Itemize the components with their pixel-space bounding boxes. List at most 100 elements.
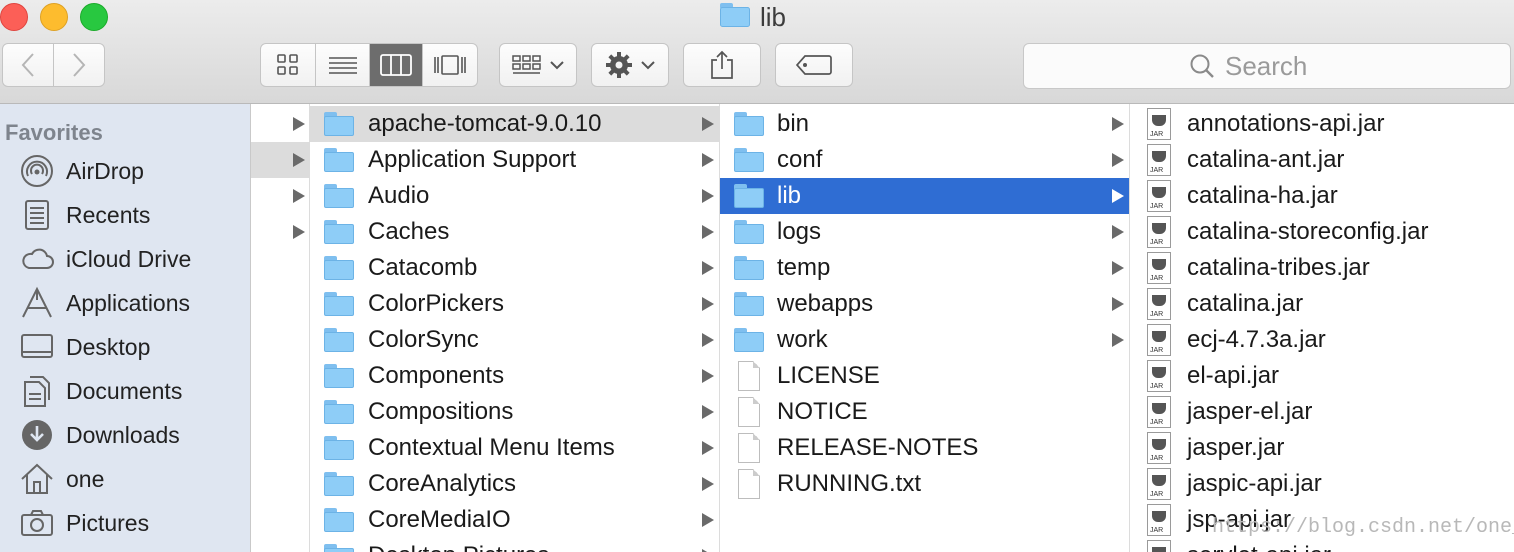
list-item[interactable]: Caches [310,214,719,250]
folder-icon [734,256,764,280]
list-item[interactable]: Compositions [310,394,719,430]
edit-tags-button[interactable] [775,43,853,87]
sidebar-item-downloads[interactable]: Downloads [20,415,180,455]
sidebar-item-one[interactable]: one [20,459,104,499]
folder-icon [324,508,354,532]
list-item[interactable]: webapps [720,286,1129,322]
list-item[interactable]: CoreMediaIO [310,502,719,538]
list-item[interactable]: JAR jasper-el.jar [1130,394,1514,430]
list-item[interactable]: RELEASE-NOTES [720,430,1129,466]
list-item[interactable]: JAR catalina-storeconfig.jar [1130,214,1514,250]
list-item-name: servlet-api.jar [1187,542,1331,552]
list-item[interactable]: JAR annotations-api.jar [1130,106,1514,142]
sidebar-item-documents[interactable]: Documents [20,371,182,411]
forward-button[interactable] [54,44,105,86]
disclosure-arrow-icon [1112,297,1124,311]
list-item-name: jasper.jar [1187,434,1285,461]
list-item[interactable]: logs [720,214,1129,250]
list-item[interactable]: JAR servlet-api.jar [1130,538,1514,552]
document-icon [738,397,760,427]
search-input[interactable] [1225,50,1345,82]
folder-icon-body [734,116,764,136]
arrange-button[interactable] [499,43,577,87]
close-window-button[interactable] [0,3,28,31]
list-item[interactable]: work [720,322,1129,358]
list-item[interactable]: conf [720,142,1129,178]
folder-icon [324,256,354,280]
list-item[interactable]: JAR catalina-ha.jar [1130,178,1514,214]
jar-icon-label: JAR [1150,347,1164,354]
document-icon [738,433,760,463]
list-item[interactable]: ColorPickers [310,286,719,322]
list-item[interactable]: Audio [310,178,719,214]
sidebar-item-label: iCloud Drive [66,245,192,272]
jar-file-icon: JAR [1147,216,1171,248]
list-item-name: apache-tomcat-9.0.10 [368,110,602,137]
list-item[interactable]: Desktop Pictures [310,538,719,552]
jar-icon-label: JAR [1150,311,1164,318]
disclosure-arrow-icon [1112,189,1124,203]
folder-icon-body [324,404,354,424]
list-item[interactable]: apache-tomcat-9.0.10 [310,106,719,142]
icon-view-button[interactable] [261,44,317,86]
list-item[interactable]: CoreAnalytics [310,466,719,502]
sidebar-item-desktop[interactable]: Desktop [20,327,150,367]
minimize-window-button[interactable] [40,3,68,31]
list-item[interactable]: JAR catalina-tribes.jar [1130,250,1514,286]
list-item[interactable]: temp [720,250,1129,286]
list-item-name: CoreAnalytics [368,470,517,497]
window-title: lib [720,2,786,32]
disclosure-arrow-icon [1112,153,1124,167]
gallery-view-button[interactable] [423,44,477,86]
coffee-cup-icon [1152,403,1166,414]
list-item[interactable]: bin [720,106,1129,142]
list-item[interactable]: JAR jaspic-api.jar [1130,466,1514,502]
jar-icon-label: JAR [1150,167,1164,174]
list-item[interactable]: NOTICE [720,394,1129,430]
list-item[interactable] [251,214,309,250]
zoom-window-button[interactable] [80,3,108,31]
list-item[interactable] [251,142,309,178]
list-item-name: Compositions [368,398,514,425]
disclosure-arrow-icon [1112,225,1124,239]
list-item[interactable]: Contextual Menu Items [310,430,719,466]
disclosure-arrow-icon [1112,333,1124,347]
list-item[interactable]: LICENSE [720,358,1129,394]
list-view-button[interactable] [316,44,370,86]
list-item[interactable] [251,178,309,214]
sidebar-item-icloud-drive[interactable]: iCloud Drive [20,239,191,279]
recents-icon [25,200,49,230]
coffee-cup-icon [1152,223,1166,234]
list-item[interactable]: JAR catalina.jar [1130,286,1514,322]
share-button[interactable] [683,43,761,87]
back-button[interactable] [3,44,54,86]
list-item[interactable]: ColorSync [310,322,719,358]
sidebar-item-airdrop[interactable]: AirDrop [20,151,144,191]
sidebar-item-label: AirDrop [66,157,144,184]
sidebar-item-pictures[interactable]: Pictures [20,503,149,543]
list-item[interactable]: RUNNING.txt [720,466,1129,502]
action-menu-button[interactable] [591,43,669,87]
list-item[interactable]: Components [310,358,719,394]
disclosure-arrow-icon [293,189,305,203]
list-item[interactable] [251,106,309,142]
browser-column-lib: JAR annotations-api.jar JAR catalina-ant.ja… [1130,104,1514,552]
sidebar-item-label: Downloads [66,421,180,448]
jar-icon-label: JAR [1150,491,1164,498]
list-item[interactable]: JAR ecj-4.7.3a.jar [1130,322,1514,358]
list-item[interactable]: JAR catalina-ant.jar [1130,142,1514,178]
jar-icon-label: JAR [1150,203,1164,210]
list-item[interactable]: lib [720,178,1129,214]
sidebar-item-recents[interactable]: Recents [20,195,150,235]
sidebar-item-applications[interactable]: Applications [20,283,190,323]
search-field[interactable] [1023,43,1511,89]
list-item[interactable]: Application Support [310,142,719,178]
list-item[interactable]: Catacomb [310,250,719,286]
column-view-button[interactable] [369,44,424,86]
jar-icon-label: JAR [1150,455,1164,462]
disclosure-arrow-icon [1112,117,1124,131]
list-item[interactable]: JAR jasper.jar [1130,430,1514,466]
sidebar-item-label: Desktop [66,333,151,360]
list-item[interactable]: JAR el-api.jar [1130,358,1514,394]
list-item-name: ColorSync [368,326,479,353]
